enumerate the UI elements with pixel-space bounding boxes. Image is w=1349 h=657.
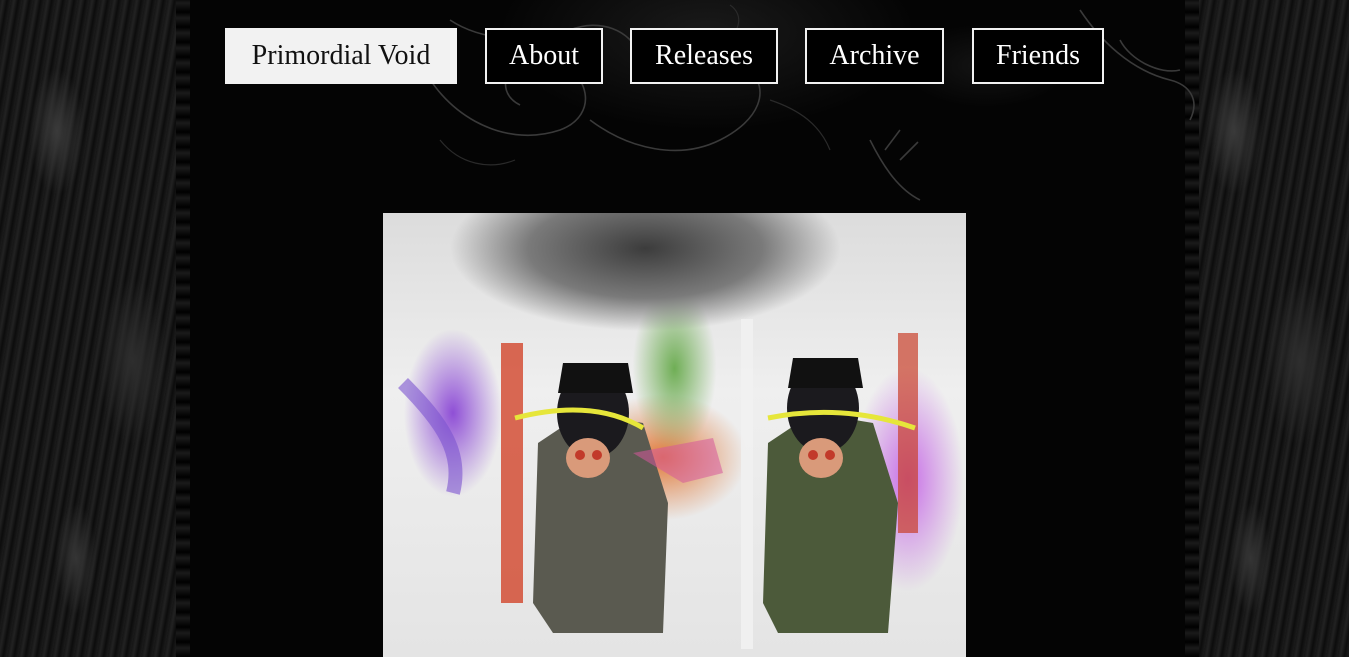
main-navigation: Primordial Void About Releases Archive F… [0,28,1349,84]
left-texture-panel [0,0,190,657]
artwork-figures [398,319,918,649]
nav-item-releases[interactable]: Releases [630,28,778,84]
nav-item-label: Releases [655,40,753,71]
nav-item-archive[interactable]: Archive [805,28,944,84]
nav-item-label: Archive [829,40,920,71]
nav-item-primordial-void[interactable]: Primordial Void [225,28,457,84]
glitch-artwork-image [383,213,966,657]
nav-item-label: Primordial Void [251,40,431,71]
page: Primordial Void About Releases Archive F… [0,0,1349,657]
nav-item-friends[interactable]: Friends [972,28,1104,84]
nav-item-label: Friends [996,40,1080,71]
nav-item-label: About [509,40,579,71]
right-texture-panel [1185,0,1349,657]
nav-item-about[interactable]: About [485,28,603,84]
